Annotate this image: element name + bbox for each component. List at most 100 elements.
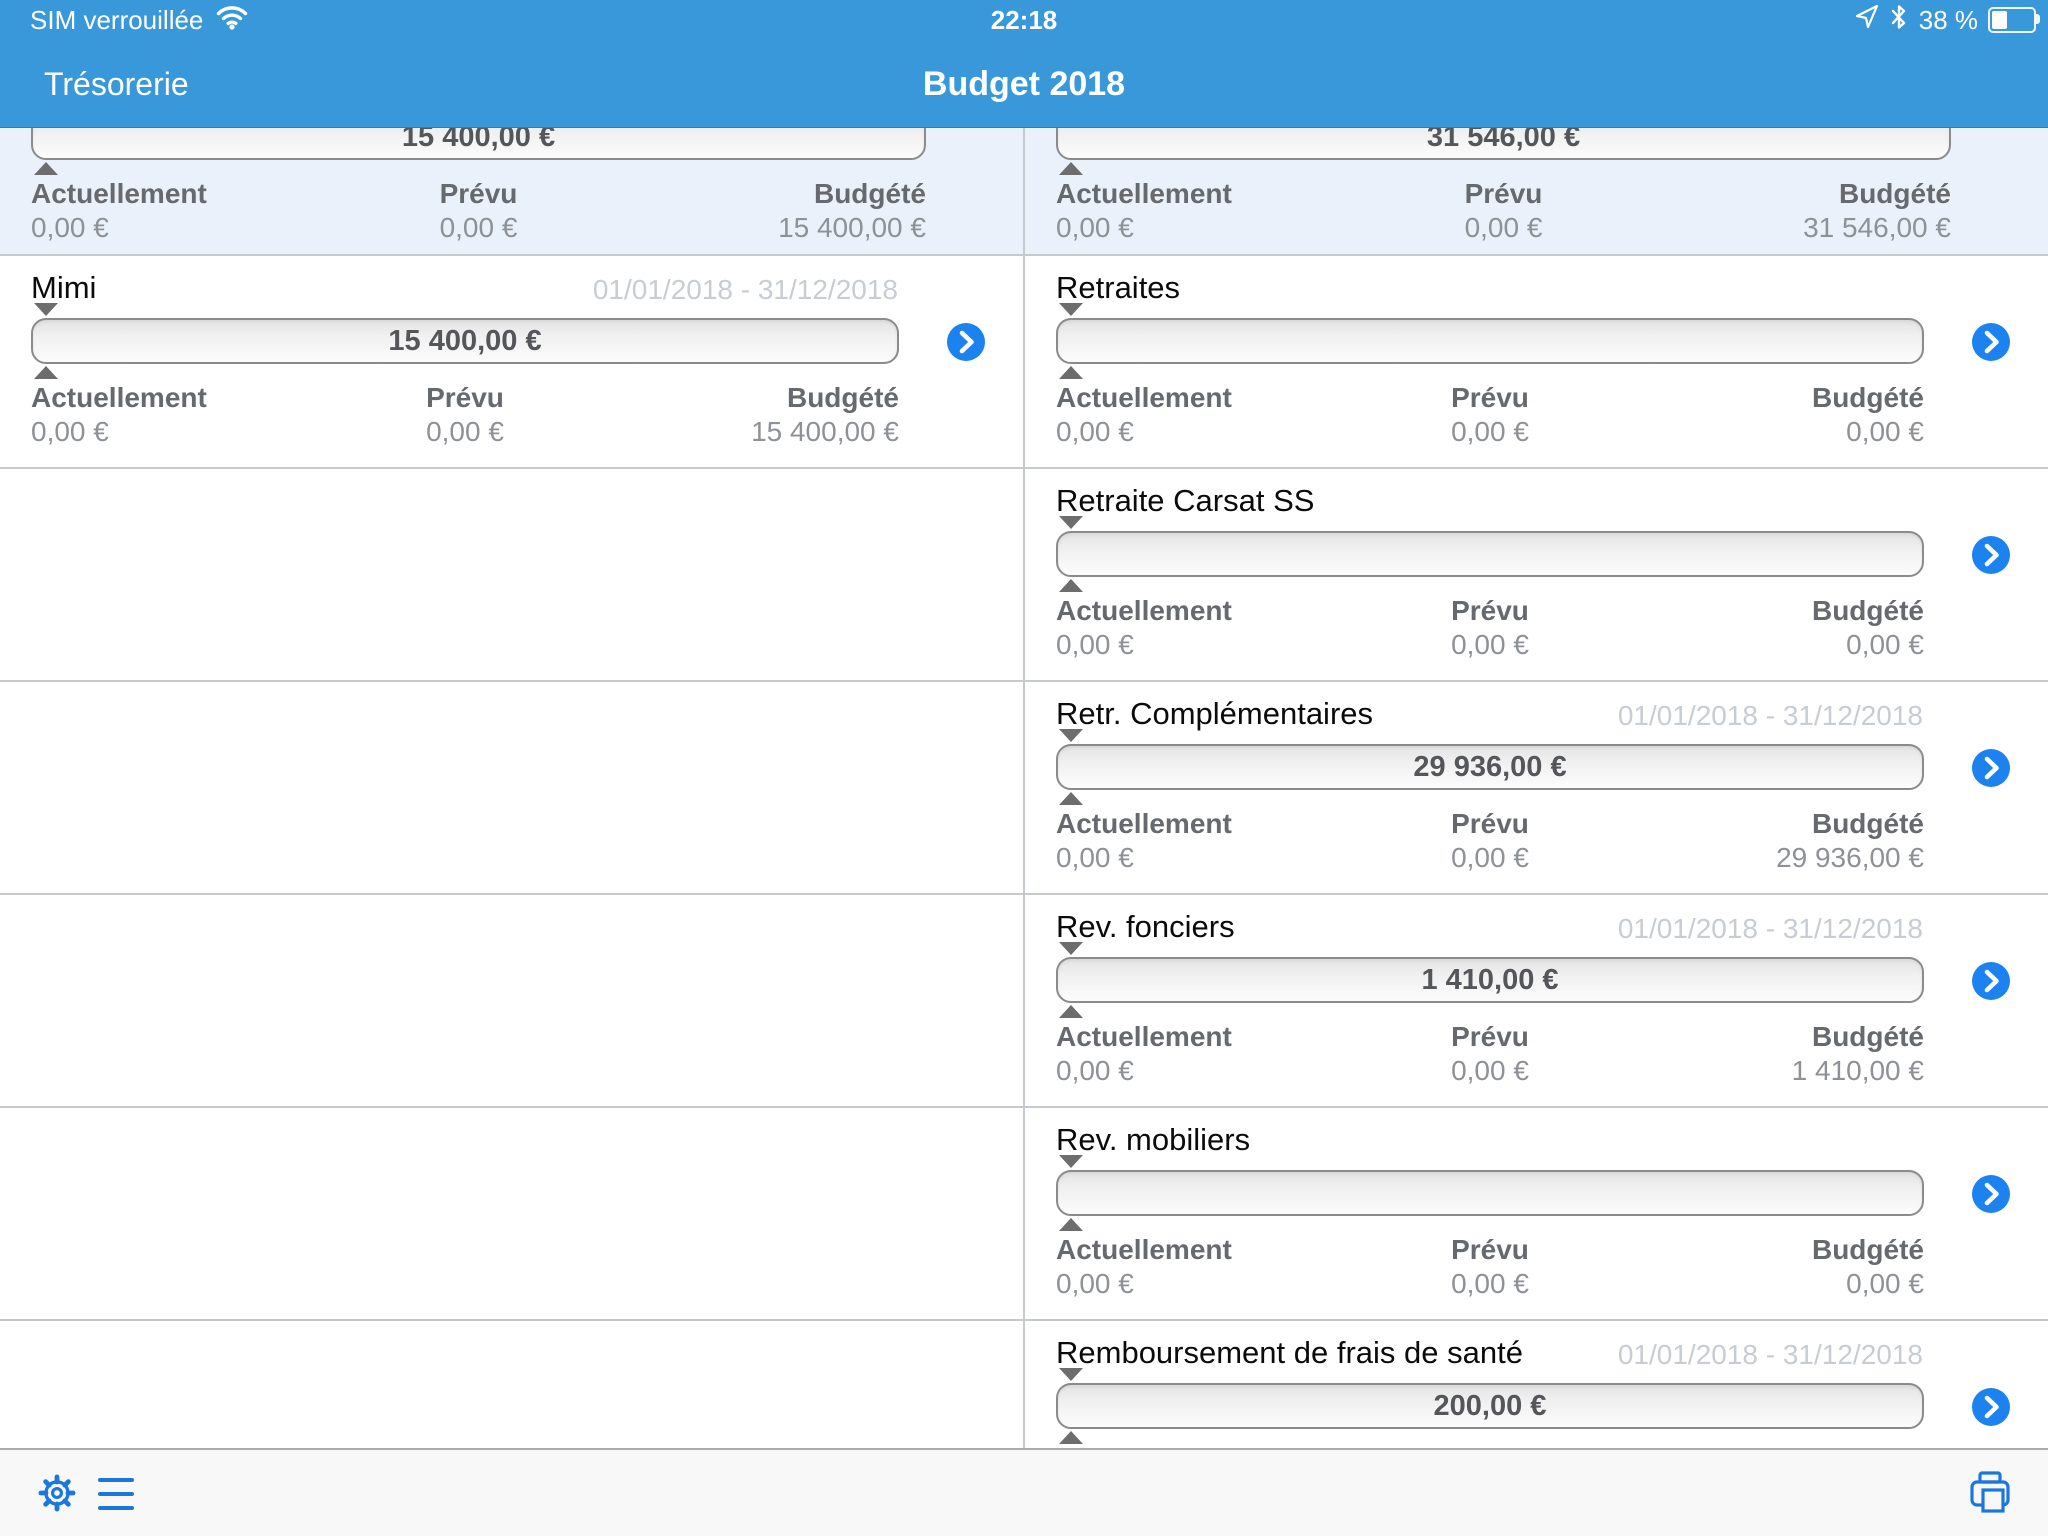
stat-label-budgeted: Budgété [628,178,926,210]
row-detail-button[interactable] [1972,749,2010,787]
budget-row-retr-complementaires[interactable]: Retr. Complémentaires 01/01/2018 - 31/12… [1025,682,2048,895]
bar-amount: 1 410,00 € [1421,964,1558,997]
stat-label-budgeted: Budgété [1635,1234,1924,1266]
marker-down-icon [1059,942,1083,955]
stat-value-actual: 0,00 € [31,416,320,448]
marker-up-icon [1059,1005,1083,1018]
stat-label-planned: Prévu [1345,1021,1634,1053]
stat-value-actual: 0,00 € [31,212,329,244]
stat-label-budgeted: Budgété [1635,1021,1924,1053]
stat-label-actual: Actuellement [31,382,320,414]
empty-row [0,469,1023,682]
marker-up-icon [34,366,58,379]
budget-bar[interactable]: 15 400,00 € [31,318,899,364]
row-detail-button[interactable] [1972,323,2010,361]
stat-value-planned: 0,00 € [320,416,609,448]
chevron-right-icon [1972,1175,2010,1213]
stat-value-budgeted: 0,00 € [1635,629,1924,661]
stat-value-actual: 0,00 € [1056,1268,1345,1300]
budget-row-rev-mobiliers[interactable]: Rev. mobiliers Actuellement Prévu Budgét… [1025,1108,2048,1321]
row-detail-button[interactable] [1972,1175,2010,1213]
budget-row-retraite-carsat[interactable]: Retraite Carsat SS Actuellement Prévu Bu… [1025,469,2048,682]
stat-value-actual: 0,00 € [1056,842,1345,874]
marker-up-icon [1059,366,1083,379]
marker-up-icon [34,162,58,175]
stat-value-actual: 0,00 € [1056,212,1354,244]
marker-down-icon [34,303,58,316]
bottom-toolbar [0,1448,2048,1536]
empty-row [0,895,1023,1108]
stat-value-budgeted: 1 410,00 € [1635,1055,1924,1087]
row-title: Mimi [31,270,96,306]
row-detail-button[interactable] [947,323,985,361]
battery-percentage: 38 % [1919,5,1978,36]
bar-amount: 15 400,00 € [388,325,541,358]
battery-icon [1988,7,2036,33]
row-title: Remboursement de frais de santé [1056,1335,1523,1371]
section-total-right: 31 546,00 € Actuellement Prévu Budgété 0… [1025,128,2048,256]
marker-up-icon [1059,1431,1083,1444]
budget-row-remboursement-sante[interactable]: Remboursement de frais de santé 01/01/20… [1025,1321,2048,1448]
stat-value-planned: 0,00 € [1354,212,1652,244]
stat-value-planned: 0,00 € [329,212,627,244]
left-column: 15 400,00 € Actuellement Prévu Budgété 0… [0,128,1023,1448]
navigation-bar: Trésorerie Budget 2018 [0,40,2048,128]
marker-down-icon [1059,1368,1083,1381]
row-detail-button[interactable] [1972,1388,2010,1426]
budget-bar[interactable] [1056,531,1924,577]
marker-down-icon [1059,516,1083,529]
print-button[interactable] [1966,1470,2014,1521]
chevron-right-icon [1972,323,2010,361]
marker-up-icon [1059,792,1083,805]
stat-value-planned: 0,00 € [1345,416,1634,448]
row-title: Retraites [1056,270,1180,306]
stat-label-actual: Actuellement [1056,595,1345,627]
budget-bar[interactable]: 200,00 € [1056,1383,1924,1429]
stat-label-budgeted: Budgété [1635,808,1924,840]
budget-row-rev-fonciers[interactable]: Rev. fonciers 01/01/2018 - 31/12/2018 1 … [1025,895,2048,1108]
row-dates: 01/01/2018 - 31/12/2018 [1618,913,1923,945]
marker-down-icon [1059,1155,1083,1168]
row-detail-button[interactable] [1972,962,2010,1000]
stat-value-planned: 0,00 € [1345,1055,1634,1087]
row-title: Rev. fonciers [1056,909,1235,945]
settings-button[interactable] [36,1472,78,1519]
stat-value-budgeted: 15 400,00 € [610,416,899,448]
budget-bar[interactable]: 1 410,00 € [1056,957,1924,1003]
stat-label-budgeted: Budgété [1635,595,1924,627]
row-dates: 01/01/2018 - 31/12/2018 [593,274,898,306]
stat-value-planned: 0,00 € [1345,629,1634,661]
budget-bar[interactable]: 15 400,00 € [31,128,926,160]
budget-bar[interactable] [1056,318,1924,364]
marker-down-icon [1059,303,1083,316]
chevron-right-icon [1972,536,2010,574]
list-button[interactable] [98,1478,134,1510]
stat-label-planned: Prévu [320,382,609,414]
stat-value-budgeted: 29 936,00 € [1635,842,1924,874]
budget-bar[interactable] [1056,1170,1924,1216]
stat-value-budgeted: 0,00 € [1635,1268,1924,1300]
clock: 22:18 [991,5,1058,36]
empty-row [0,682,1023,895]
budget-row-retraites[interactable]: Retraites Actuellement Prévu Budgété 0,0… [1025,256,2048,469]
budget-bar[interactable]: 31 546,00 € [1056,128,1951,160]
bar-amount: 29 936,00 € [1413,751,1566,784]
stat-value-budgeted: 31 546,00 € [1653,212,1951,244]
budget-row-mimi[interactable]: Mimi 01/01/2018 - 31/12/2018 15 400,00 €… [0,256,1023,469]
stat-label-planned: Prévu [1345,382,1634,414]
bar-amount: 200,00 € [1434,1390,1547,1423]
budget-bar[interactable]: 29 936,00 € [1056,744,1924,790]
stat-label-actual: Actuellement [1056,1021,1345,1053]
hamburger-icon [98,1478,134,1510]
stat-label-actual: Actuellement [1056,178,1354,210]
stat-label-planned: Prévu [329,178,627,210]
stat-label-planned: Prévu [1345,1234,1634,1266]
stat-value-planned: 0,00 € [1345,1268,1634,1300]
budget-list: 15 400,00 € Actuellement Prévu Budgété 0… [0,128,2048,1448]
stat-label-actual: Actuellement [1056,382,1345,414]
stat-value-budgeted: 0,00 € [1635,416,1924,448]
marker-up-icon [1059,579,1083,592]
row-detail-button[interactable] [1972,536,2010,574]
empty-row [0,1321,1023,1448]
stat-label-planned: Prévu [1354,178,1652,210]
